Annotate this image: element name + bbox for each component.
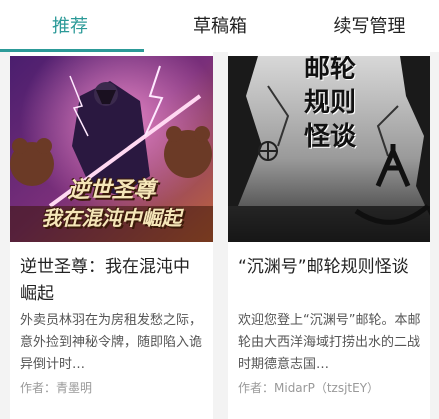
cover-title: 邮轮 规则 怪谈 xyxy=(303,56,356,152)
book-card[interactable]: 邮轮 规则 怪谈 “沉渊号”邮轮规则怪谈 欢迎您登上“沉渊号”邮轮。本邮轮由大西… xyxy=(228,52,430,419)
tab-continuation-management[interactable]: 续写管理 xyxy=(300,12,439,42)
book-cover: 邮轮 规则 怪谈 xyxy=(228,56,430,242)
book-title[interactable]: “沉渊号”邮轮规则怪谈 xyxy=(238,254,422,281)
book-card[interactable]: 逆世圣尊 我在混沌中崛起 逆世圣尊：我在混沌中崛起 外卖员林羽在为房租发愁之际，… xyxy=(10,52,213,419)
book-author: 作者：MidarP（tzsjtEY） xyxy=(238,381,380,395)
cover-title: 逆世圣尊 我在混沌中崛起 xyxy=(41,177,182,230)
book-cover: 逆世圣尊 我在混沌中崛起 xyxy=(10,56,213,242)
tab-drafts[interactable]: 草稿箱 xyxy=(150,12,290,42)
book-title[interactable]: 逆世圣尊：我在混沌中崛起 xyxy=(20,254,205,308)
book-description: 外卖员林羽在为房租发愁之际，意外捡到神秘令牌，随即陷入诡异倒计时… xyxy=(20,313,203,372)
tab-recommend[interactable]: 推荐 xyxy=(0,12,140,42)
tab-bar: 推荐 草稿箱 续写管理 xyxy=(0,0,439,52)
book-author: 作者：青墨明 xyxy=(20,381,93,395)
book-description: 欢迎您登上“沉渊号”邮轮。本邮轮由大西洋海域打捞出水的二战时期德意志国… xyxy=(238,313,421,372)
